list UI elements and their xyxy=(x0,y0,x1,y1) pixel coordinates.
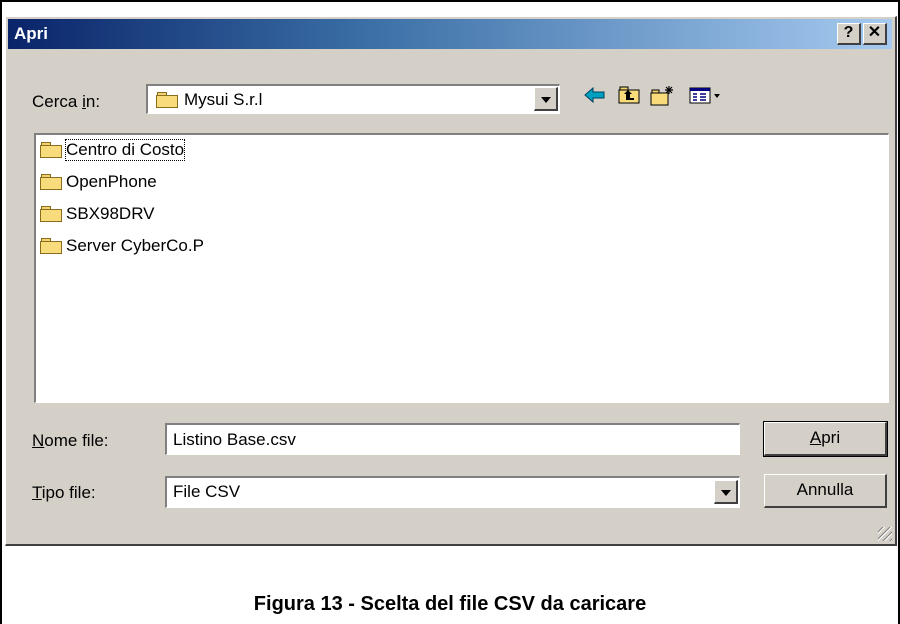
filename-value: Listino Base.csv xyxy=(173,430,296,449)
filetype-combobox[interactable]: File CSV xyxy=(165,476,740,508)
lookin-label: Cerca in: xyxy=(32,92,100,112)
folder-icon xyxy=(40,206,62,222)
filetype-dropdown-button[interactable] xyxy=(714,480,738,504)
figure-caption: Figura 13 - Scelta del file CSV da caric… xyxy=(253,593,647,615)
window-title: Apri xyxy=(14,24,48,43)
help-button[interactable]: ? xyxy=(837,23,861,45)
folder-icon xyxy=(40,142,62,158)
close-button[interactable]: ✕ xyxy=(863,23,887,45)
lookin-combobox[interactable]: Mysui S.r.l xyxy=(146,84,560,114)
filetype-label-part: ipo file: xyxy=(41,483,96,502)
filename-input[interactable]: Listino Base.csv xyxy=(165,423,740,455)
lookin-value: Mysui S.r.l xyxy=(184,90,263,109)
page-border-left xyxy=(0,0,2,624)
new-folder-icon[interactable] xyxy=(649,85,675,109)
list-item-name: SBX98DRV xyxy=(66,204,155,223)
close-icon: ✕ xyxy=(867,24,882,41)
open-button-accel: A xyxy=(809,428,822,447)
up-folder-icon[interactable] xyxy=(616,85,642,109)
page-border-top xyxy=(0,0,900,2)
title-bar[interactable]: Apri ? ✕ xyxy=(8,19,892,49)
list-item-name: Server CyberCo.P xyxy=(66,236,204,255)
folder-icon xyxy=(40,174,62,190)
filename-label: Nome file: xyxy=(32,431,109,451)
cancel-button[interactable]: Annulla xyxy=(764,474,887,508)
lookin-dropdown-button[interactable] xyxy=(534,87,558,111)
lookin-label-part: n: xyxy=(85,92,101,111)
resize-grip-icon[interactable] xyxy=(878,527,892,541)
back-arrow-icon[interactable] xyxy=(582,85,608,109)
open-file-dialog: Apri ? ✕ Cerca in: Mysui S.r.l Centro di… xyxy=(5,16,897,546)
filetype-value: File CSV xyxy=(173,482,241,501)
list-item-name: OpenPhone xyxy=(66,172,157,191)
open-button-label: pri xyxy=(821,428,841,447)
filename-label-part: ome file: xyxy=(44,431,109,450)
filename-label-accel: N xyxy=(32,431,45,450)
open-button[interactable]: Apri xyxy=(763,421,888,457)
file-list[interactable]: Centro di Costo OpenPhone SBX98DRV Server C… xyxy=(34,133,889,403)
list-item-name: Centro di Costo xyxy=(64,139,186,161)
folder-icon xyxy=(156,92,178,108)
folder-icon xyxy=(40,238,62,254)
filetype-label: Tipo file: xyxy=(32,483,96,503)
filetype-label-accel: T xyxy=(32,483,42,502)
help-icon: ? xyxy=(843,24,854,41)
lookin-label-part: Cerca xyxy=(32,92,83,111)
cancel-button-label: Annulla xyxy=(796,480,854,499)
view-menu-icon[interactable] xyxy=(687,85,725,109)
